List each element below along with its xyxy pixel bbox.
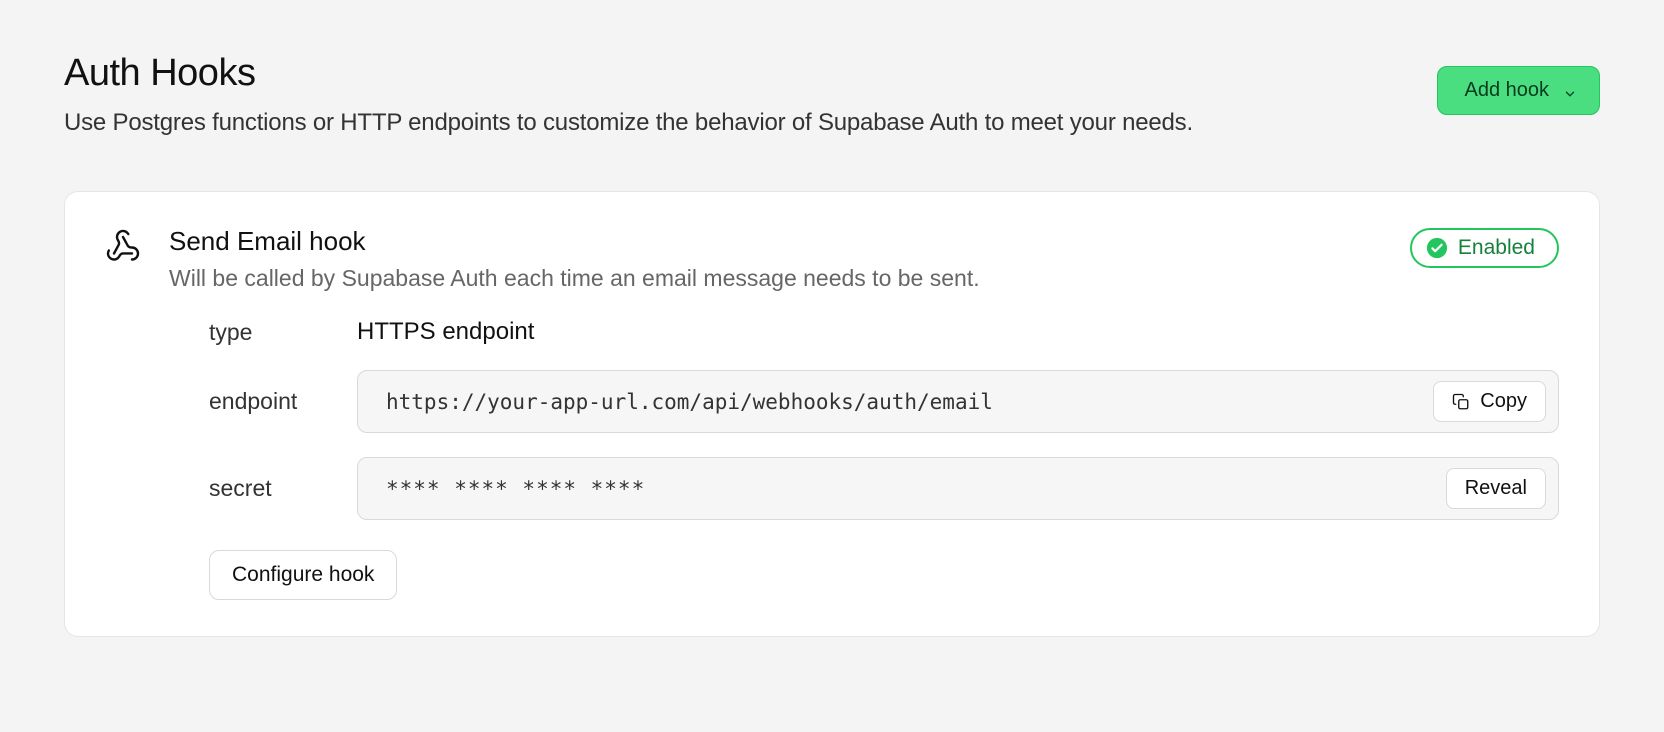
hook-title: Send Email hook — [169, 226, 1382, 257]
status-badge-label: Enabled — [1458, 236, 1535, 260]
row-label-secret: secret — [209, 475, 357, 502]
add-hook-button[interactable]: Add hook — [1437, 66, 1600, 115]
chevron-down-icon — [1563, 84, 1577, 98]
row-value-type: HTTPS endpoint — [357, 318, 534, 346]
secret-value-masked: **** **** **** **** — [386, 477, 645, 501]
page-subtitle: Use Postgres functions or HTTP endpoints… — [64, 109, 1600, 137]
hook-card: Send Email hook Will be called by Supaba… — [64, 191, 1600, 637]
endpoint-field: https://your-app-url.com/api/webhooks/au… — [357, 370, 1559, 433]
endpoint-value: https://your-app-url.com/api/webhooks/au… — [386, 390, 993, 414]
webhook-icon — [105, 228, 141, 264]
copy-endpoint-button[interactable]: Copy — [1433, 381, 1546, 422]
add-hook-button-label: Add hook — [1464, 79, 1549, 102]
configure-hook-button[interactable]: Configure hook — [209, 550, 397, 600]
check-circle-icon — [1426, 237, 1448, 259]
page-title: Auth Hooks — [64, 52, 1600, 95]
row-label-endpoint: endpoint — [209, 388, 357, 415]
secret-field: **** **** **** **** Reveal — [357, 457, 1559, 520]
hook-row-secret: secret **** **** **** **** Reveal — [209, 457, 1559, 520]
copy-icon — [1452, 393, 1470, 411]
status-badge: Enabled — [1410, 228, 1559, 268]
hook-row-endpoint: endpoint https://your-app-url.com/api/we… — [209, 370, 1559, 433]
copy-button-label: Copy — [1480, 390, 1527, 413]
hook-row-type: type HTTPS endpoint — [209, 318, 1559, 346]
row-label-type: type — [209, 319, 357, 346]
reveal-button-label: Reveal — [1465, 477, 1527, 500]
reveal-secret-button[interactable]: Reveal — [1446, 468, 1546, 509]
hook-description: Will be called by Supabase Auth each tim… — [169, 265, 1382, 292]
